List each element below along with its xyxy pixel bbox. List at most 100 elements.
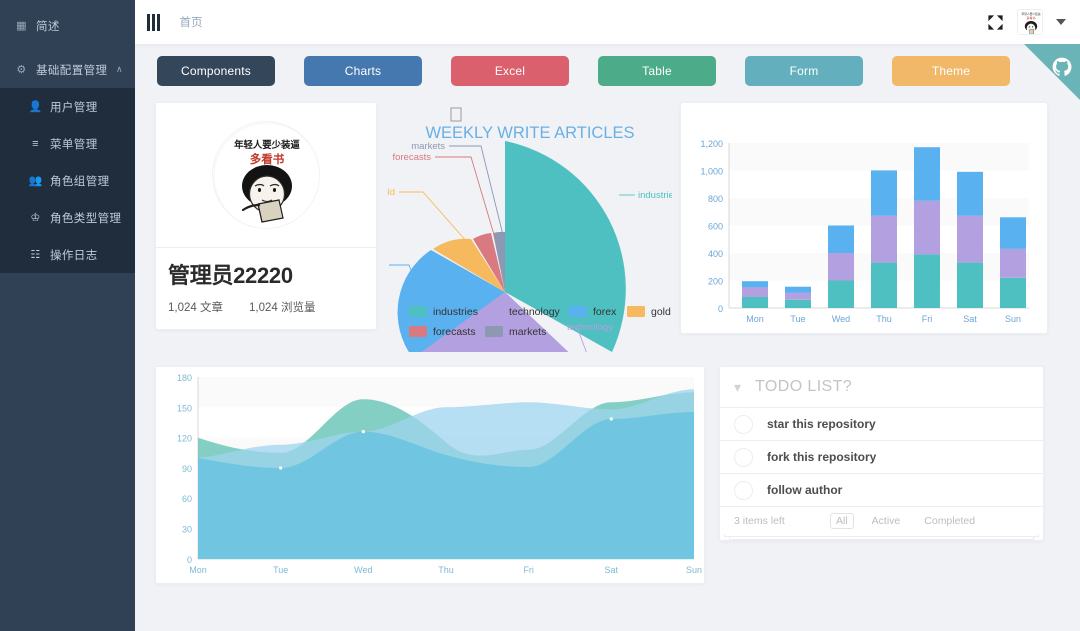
todo-item[interactable]: star this repository	[720, 407, 1043, 440]
bar-segment	[785, 299, 811, 308]
bar-segment	[785, 292, 811, 300]
svg-text:Fri: Fri	[922, 314, 933, 324]
sidebar-item-menu-management[interactable]: ≡ 菜单管理	[0, 125, 135, 162]
gear-icon: ⚙	[16, 64, 27, 76]
chevron-up-icon: ∧	[116, 64, 123, 74]
profile-avatar-area: 年轻人要少装逼 多看书	[156, 103, 376, 247]
pie-label-markets: markets	[411, 141, 445, 152]
svg-text:600: 600	[708, 222, 723, 232]
svg-text:120: 120	[177, 434, 192, 444]
bar-segment	[742, 297, 768, 308]
todo-checkbox[interactable]	[734, 480, 753, 500]
todo-checkbox[interactable]	[734, 447, 753, 467]
svg-text:Mon: Mon	[189, 565, 207, 575]
charts-button[interactable]: Charts	[304, 56, 422, 86]
sidebar-item-role-group-management[interactable]: 👥 角色组管理	[0, 162, 135, 199]
todo-list-card: ▾ TODO LIST? star this repository fork t…	[719, 366, 1044, 541]
svg-text:1,000: 1,000	[700, 167, 723, 177]
svg-text:Tue: Tue	[790, 314, 805, 324]
pie-chart[interactable]: WEEKLY WRITE ARTICLES markets forecasts …	[364, 102, 679, 424]
sidebar-item-overview[interactable]: ▦ 简述	[0, 7, 135, 44]
legend-swatch-industries	[409, 306, 427, 317]
missing-glyph-box	[450, 107, 462, 122]
profile-name: 管理员22220	[168, 263, 293, 288]
todo-item-label: follow author	[767, 483, 843, 497]
sidebar-item-role-type-management[interactable]: ♔ 角色类型管理	[0, 199, 135, 236]
area-point	[609, 417, 613, 421]
bar-chart-card: 1,200 1,000 800 600 400 200 0 Mon Tue We…	[680, 102, 1048, 334]
legend-label-industries: industries	[433, 306, 478, 318]
svg-text:60: 60	[182, 494, 192, 504]
theme-button[interactable]: Theme	[892, 56, 1010, 86]
todo-filter-active[interactable]: Active	[866, 513, 907, 529]
pie-label-forecasts: forecasts	[392, 152, 431, 163]
bar-x-ticks: Mon Tue Wed Thu Fri Sat Sun	[746, 314, 1021, 324]
todo-item[interactable]: fork this repository	[720, 440, 1043, 473]
bar-chart[interactable]: 1,200 1,000 800 600 400 200 0 Mon Tue We…	[681, 103, 1047, 333]
area-point	[279, 466, 283, 470]
bar-segment	[957, 171, 983, 216]
components-button[interactable]: Components	[157, 56, 275, 86]
excel-button[interactable]: Excel	[451, 56, 569, 86]
bar-segment	[785, 286, 811, 293]
todo-header: ▾ TODO LIST?	[720, 367, 1043, 407]
area-chart-series	[198, 389, 694, 559]
sidebar: ▦ 简述 ⚙ 基础配置管理 ∧ 👤 用户管理 ≡ 菜单管理 👥 角色组管理 ♔	[0, 0, 135, 631]
github-octocat-icon	[1052, 57, 1072, 76]
area-chart[interactable]: 180 150 120 90 60 30 0 Mon Tue Wed Thu F…	[156, 367, 704, 583]
breadcrumb[interactable]: 首页	[180, 14, 203, 30]
todo-item[interactable]: follow author	[720, 473, 1043, 506]
svg-text:Sat: Sat	[605, 565, 619, 575]
todo-filter-all[interactable]: All	[830, 512, 854, 529]
sidebar-item-user-management[interactable]: 👤 用户管理	[0, 88, 135, 125]
hamburger-icon[interactable]	[145, 11, 162, 34]
bar-y-ticks: 1,200 1,000 800 600 400 200 0	[700, 139, 723, 314]
log-icon: ☷	[30, 249, 41, 261]
stat-views-value: 1,024	[248, 302, 278, 314]
bar-segment	[1000, 248, 1026, 278]
area-point	[361, 430, 365, 434]
sidebar-item-label: 菜单管理	[50, 138, 98, 151]
todo-footer: 3 items left All Active Completed	[720, 506, 1043, 534]
svg-text:Fri: Fri	[523, 565, 534, 575]
bar-segment	[957, 262, 983, 308]
area-y-ticks: 180 150 120 90 60 30 0	[177, 373, 192, 565]
chevron-down-icon[interactable]: ▾	[734, 379, 741, 396]
form-button[interactable]: Form	[745, 56, 863, 86]
dashboard-row-1: 年轻人要少装逼 多看书 管理员22220 1,024 文章 1,024 浏览量 …	[155, 102, 1066, 424]
bar-segment	[914, 200, 940, 255]
legend-label-technology: technology	[509, 306, 561, 318]
svg-text:30: 30	[182, 525, 192, 535]
bar-segment	[828, 280, 854, 308]
svg-text:0: 0	[718, 304, 723, 314]
todo-filter-completed[interactable]: Completed	[918, 513, 981, 529]
svg-text:Tue: Tue	[273, 565, 288, 575]
sidebar-item-operation-log[interactable]: ☷ 操作日志	[0, 236, 135, 273]
area-chart-card: 180 150 120 90 60 30 0 Mon Tue Wed Thu F…	[155, 366, 705, 584]
main-area: 首页 年轻人要少装逼 多看书 Components Charts Excel T…	[135, 0, 1080, 631]
navbar-right: 年轻人要少装逼 多看书	[987, 9, 1066, 35]
github-ribbon[interactable]	[1024, 44, 1080, 100]
svg-text:800: 800	[708, 194, 723, 204]
bar-segment	[742, 281, 768, 288]
legend-swatch-markets	[485, 326, 503, 337]
legend-label-forecasts: forecasts	[433, 326, 476, 338]
chevron-down-icon[interactable]	[1056, 19, 1066, 25]
top-navbar: 首页 年轻人要少装逼 多看书	[135, 0, 1080, 44]
svg-text:Thu: Thu	[876, 314, 892, 324]
bar-segment	[957, 215, 983, 263]
bar-segment	[914, 147, 940, 201]
group-icon: 👥	[28, 175, 43, 187]
avatar[interactable]: 年轻人要少装逼 多看书	[1017, 9, 1043, 35]
legend-label-gold: gold	[651, 306, 671, 318]
svg-text:Wed: Wed	[832, 314, 850, 324]
area-x-ticks: Mon Tue Wed Thu Fri Sat Sun	[189, 565, 702, 575]
todo-checkbox[interactable]	[734, 414, 753, 434]
stat-articles: 1,024 文章	[168, 299, 223, 315]
fullscreen-icon[interactable]	[987, 14, 1004, 31]
table-button[interactable]: Table	[598, 56, 716, 86]
pie-label-technology: technology	[567, 322, 613, 333]
sidebar-item-basic-config[interactable]: ⚙ 基础配置管理 ∧	[0, 51, 135, 88]
todo-stack-shadow-2	[729, 537, 1034, 540]
